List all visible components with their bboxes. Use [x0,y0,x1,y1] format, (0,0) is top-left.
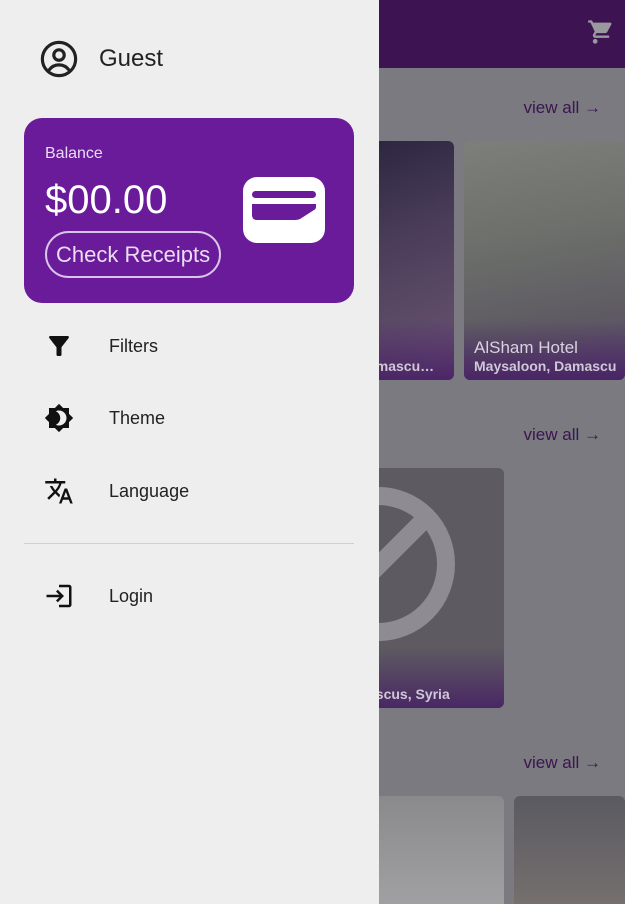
place-card[interactable]: AlSham Hotel Maysaloon, Damascu [464,141,625,380]
card-title: AlSham Hotel [474,338,578,357]
view-all-link[interactable]: view all → [524,425,601,445]
user-header[interactable]: Guest [40,40,163,78]
check-receipts-button[interactable]: Check Receipts [45,231,222,278]
place-card[interactable] [514,796,625,904]
menu-item-login[interactable]: Login [24,568,354,624]
user-name: Guest [99,45,164,72]
card-subtitle: ascus, Syria [368,686,450,702]
place-card[interactable]: n ascus, Syria [368,468,504,708]
menu-item-label: Filters [109,335,158,356]
menu-item-filters[interactable]: Filters [24,318,354,374]
drawer-divider [24,543,354,544]
menu-item-language[interactable]: Language [24,463,354,519]
place-card[interactable]: amascu… [368,141,454,380]
brightness-icon [24,403,94,433]
balance-amount: $00.00 [45,178,168,222]
menu-item-label: Language [109,480,190,501]
no-image-icon [368,487,455,641]
wallet-icon [243,177,325,243]
menu-item-theme[interactable]: Theme [24,390,354,446]
account-circle-icon [40,40,78,78]
place-card[interactable] [368,796,504,904]
menu-item-label: Theme [109,407,166,428]
card-subtitle: Maysaloon, Damascu [474,358,617,374]
filter-icon [24,331,94,361]
menu-item-label: Login [109,585,154,606]
translate-icon [24,476,94,506]
navigation-drawer: Guest Balance $00.00 Check Receipts Filt… [0,0,379,904]
balance-label: Balance [45,145,103,162]
view-all-link[interactable]: view all → [524,753,601,773]
login-icon [24,581,94,611]
cart-icon[interactable] [587,18,615,46]
balance-card: Balance $00.00 Check Receipts [24,118,354,303]
view-all-link[interactable]: view all → [524,98,601,118]
